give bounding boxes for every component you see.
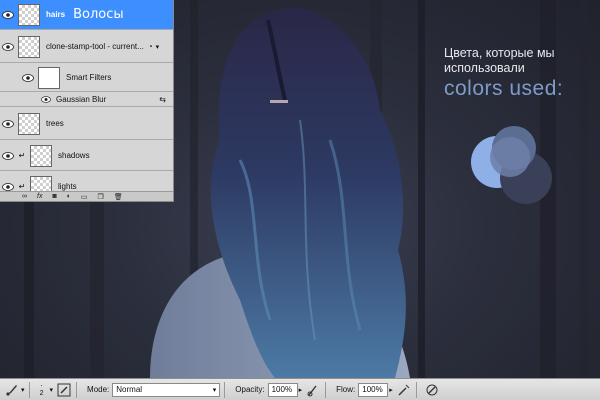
brush-preset-picker[interactable]: · 2 bbox=[34, 381, 50, 398]
layer-trees[interactable]: trees bbox=[0, 108, 173, 140]
smart-object-icon: ◔ bbox=[147, 42, 153, 51]
tool-options-bar: ▾ · 2 ▾ Mode: Normal ▾ Opacity: 100% ▸ F… bbox=[0, 378, 600, 400]
swatch-slate-blue bbox=[490, 137, 530, 177]
separator bbox=[76, 381, 78, 398]
link-layers-icon[interactable]: ∞ bbox=[22, 193, 27, 200]
airbrush-icon[interactable] bbox=[396, 382, 412, 398]
layer-name: clone-stamp-tool - current... bbox=[46, 42, 144, 51]
delete-layer-icon[interactable]: 🗑 bbox=[114, 193, 123, 201]
flow-input[interactable]: 100% bbox=[358, 382, 389, 397]
layer-smart-filters[interactable]: Smart Filters bbox=[0, 64, 173, 92]
separator bbox=[224, 381, 226, 398]
layer-name: Smart Filters bbox=[66, 73, 112, 82]
layers-panel: hairs Волосы clone-stamp-tool - current.… bbox=[0, 0, 174, 202]
mode-label: Mode: bbox=[87, 385, 110, 394]
colors-title-ru: Цвета, которые мы использовали bbox=[444, 46, 555, 75]
layer-clone-stamp[interactable]: clone-stamp-tool - current... ◔ ▾ bbox=[0, 31, 173, 63]
filter-gaussian-blur[interactable]: Gaussian Blur ⇆ bbox=[0, 93, 173, 107]
layer-name: shadows bbox=[58, 151, 90, 160]
separator bbox=[325, 381, 327, 398]
visibility-eye-icon[interactable] bbox=[0, 0, 16, 29]
new-group-icon[interactable]: ▭ bbox=[81, 193, 88, 201]
expand-triangle-icon[interactable]: ▾ bbox=[156, 43, 160, 51]
visibility-eye-icon[interactable] bbox=[0, 141, 16, 170]
visibility-eye-icon[interactable] bbox=[0, 31, 16, 62]
visibility-eye-icon[interactable] bbox=[40, 93, 52, 106]
flow-value: 100% bbox=[362, 385, 383, 394]
opacity-value: 100% bbox=[271, 385, 293, 394]
add-mask-icon[interactable]: ◙ bbox=[52, 193, 56, 200]
brush-tool-icon[interactable] bbox=[4, 382, 20, 398]
clipping-arrow-icon: ↵ bbox=[18, 182, 26, 191]
pressure-opacity-icon[interactable] bbox=[305, 382, 321, 398]
layer-thumbnail bbox=[30, 144, 52, 167]
layer-hairs[interactable]: hairs Волосы bbox=[0, 0, 173, 30]
layer-name: trees bbox=[46, 119, 64, 128]
blend-mode-select[interactable]: Normal ▾ bbox=[112, 382, 221, 397]
visibility-eye-icon[interactable] bbox=[20, 64, 36, 91]
layer-style-icon[interactable]: fx bbox=[37, 193, 42, 200]
opacity-input[interactable]: 100% bbox=[267, 382, 298, 397]
new-layer-icon[interactable]: ❐ bbox=[98, 193, 104, 201]
flow-slider-arrow-icon[interactable]: ▸ bbox=[389, 386, 393, 394]
colors-subtitle: colors used: bbox=[444, 77, 564, 100]
blend-mode-value: Normal bbox=[116, 385, 143, 394]
chevron-down-icon: ▾ bbox=[212, 386, 217, 394]
layer-thumbnail bbox=[18, 3, 40, 26]
opacity-label: Opacity: bbox=[235, 385, 265, 394]
layer-shadows[interactable]: ↵ shadows bbox=[0, 141, 173, 171]
filter-mask-thumbnail bbox=[38, 66, 60, 89]
adjustment-layer-icon[interactable]: ◐ bbox=[67, 193, 71, 200]
layer-thumbnail bbox=[18, 35, 40, 58]
visibility-eye-icon[interactable] bbox=[0, 108, 16, 139]
separator bbox=[415, 381, 417, 398]
filter-options-icon[interactable]: ⇆ bbox=[159, 95, 166, 104]
pressure-size-icon[interactable] bbox=[424, 382, 440, 398]
layer-annotation-label: Волосы bbox=[73, 7, 124, 22]
filter-name: Gaussian Blur bbox=[56, 95, 107, 104]
layer-name: lights bbox=[58, 182, 77, 191]
brush-picker-dropdown-icon[interactable]: ▾ bbox=[50, 386, 54, 394]
layer-name: hairs bbox=[46, 10, 66, 19]
clipping-arrow-icon: ↵ bbox=[18, 151, 26, 160]
layers-panel-footer: ∞ fx ◙ ◐ ▭ ❐ 🗑 bbox=[0, 191, 173, 201]
brush-size-value: 2 bbox=[39, 389, 44, 397]
tool-preset-dropdown-icon[interactable]: ▾ bbox=[21, 386, 25, 394]
brush-panel-toggle-icon[interactable] bbox=[56, 382, 72, 398]
flow-label: Flow: bbox=[336, 385, 356, 394]
opacity-slider-arrow-icon[interactable]: ▸ bbox=[299, 386, 303, 394]
separator bbox=[28, 381, 30, 398]
layer-thumbnail bbox=[18, 112, 40, 135]
